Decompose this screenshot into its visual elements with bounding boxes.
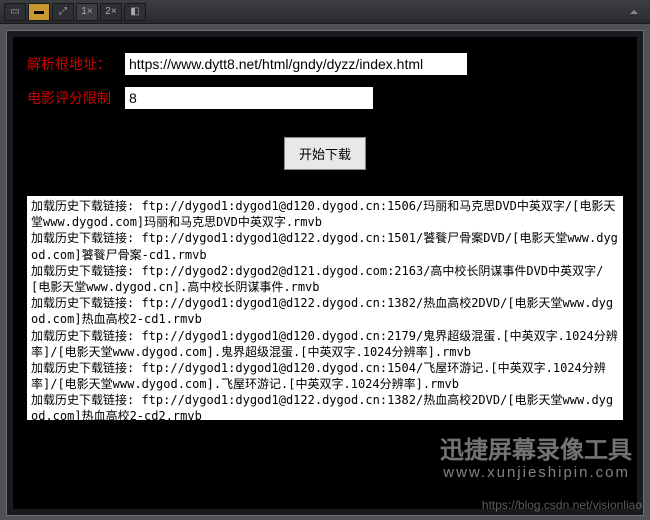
inspect-tool-button[interactable]: ⤢ [52,3,74,21]
select-tool-button[interactable]: ▬ [28,3,50,21]
zoom-2x-button[interactable]: 2× [100,3,122,21]
color-tool-button[interactable]: ◧ [124,3,146,21]
zoom-2x-label: 2× [105,6,116,17]
zoom-1x-label: 1× [81,6,92,17]
url-row: 解析根地址： [27,53,623,75]
collapse-icon[interactable] [630,10,638,14]
start-download-button[interactable]: 开始下载 [284,137,366,170]
pointer-tool-button[interactable]: ▭ [4,3,26,21]
zoom-1x-button[interactable]: 1× [76,3,98,21]
dev-toolbar: ▭ ▬ ⤢ 1× 2× ◧ [0,0,650,24]
rating-row: 电影评分限制 [27,87,623,109]
app-body: 解析根地址： 电影评分限制 开始下载 加载历史下载链接: ftp://dygod… [13,37,637,509]
start-label: 开始下载 [299,147,351,162]
rating-input[interactable] [125,87,373,109]
button-row: 开始下载 [27,137,623,170]
url-input[interactable] [125,53,467,75]
url-label: 解析根地址： [27,54,125,74]
app-window: 解析根地址： 电影评分限制 开始下载 加载历史下载链接: ftp://dygod… [6,30,644,516]
log-output[interactable]: 加载历史下载链接: ftp://dygod1:dygod1@d120.dygod… [27,196,623,420]
rating-label: 电影评分限制 [27,88,125,108]
